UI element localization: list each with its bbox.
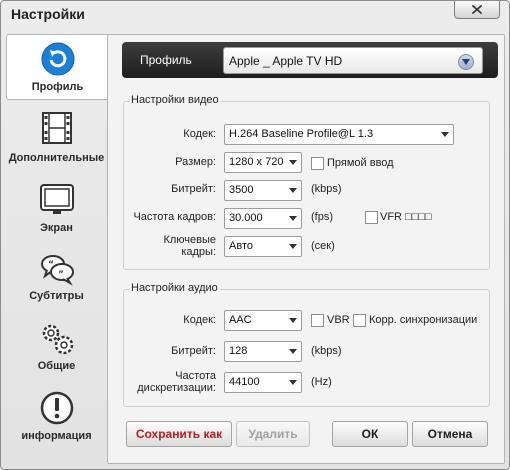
- keyframes-value: Авто: [229, 240, 253, 252]
- chevron-down-icon: [289, 318, 297, 323]
- chevron-down-icon: [289, 244, 297, 249]
- sidebar-item-label: Общие: [37, 360, 76, 372]
- sidebar: Профиль Дополнительные Экран “ ” Субтитр…: [6, 34, 108, 464]
- profile-dropdown[interactable]: Apple _ Apple TV HD: [223, 47, 483, 74]
- framerate-value: 30.000: [229, 212, 263, 224]
- video-bitrate-value: 3500: [229, 184, 254, 196]
- audio-bitrate-label: Битрейт:: [171, 345, 216, 357]
- svg-text:”: ”: [58, 270, 64, 280]
- chevron-down-icon: [289, 349, 297, 354]
- chevron-down-icon: [289, 188, 297, 193]
- ok-button[interactable]: ОК: [332, 421, 408, 447]
- sidebar-item-subtitles[interactable]: “ ” Субтитры: [6, 246, 107, 310]
- keyframes-unit: (сек): [311, 240, 335, 252]
- delete-button[interactable]: Удалить: [236, 421, 310, 447]
- video-settings-title: Настройки видео: [129, 94, 221, 106]
- video-bitrate-unit: (kbps): [311, 183, 342, 195]
- profile-label: Профиль: [140, 53, 192, 67]
- vfr-label: VFR □□□□: [380, 211, 432, 223]
- chevron-down-icon: [289, 380, 297, 385]
- profile-value: Apple _ Apple TV HD: [229, 54, 343, 68]
- sync-correction-checkbox[interactable]: [353, 314, 366, 327]
- video-size-value: 1280 x 720: [229, 156, 284, 168]
- video-settings-group: Настройки видео Кодек: H.264 Baseline Pr…: [123, 94, 490, 270]
- samplerate-label-line2: дискретизации:: [137, 382, 216, 394]
- direct-input-label: Прямой ввод: [327, 157, 394, 169]
- sidebar-item-label: Дополнительные: [8, 152, 105, 164]
- sidebar-item-label: Экран: [40, 222, 73, 234]
- vbr-checkbox[interactable]: [311, 314, 324, 327]
- sidebar-item-info[interactable]: информация: [6, 386, 107, 450]
- video-bitrate-select[interactable]: 3500: [224, 180, 302, 201]
- vbr-label: VBR: [327, 314, 350, 326]
- title-bar: Настройки: [1, 1, 509, 27]
- cancel-button[interactable]: Отмена: [412, 421, 488, 447]
- keyframes-label-line1: Ключевые: [163, 234, 216, 246]
- samplerate-label-line1: Частота: [175, 370, 216, 382]
- settings-window: Настройки Профиль Дополнительные Экран “…: [0, 0, 510, 470]
- sidebar-item-label: Профиль: [31, 81, 84, 93]
- video-size-label: Размер:: [175, 156, 216, 168]
- direct-input-checkbox[interactable]: [311, 157, 324, 170]
- audio-bitrate-select[interactable]: 128: [224, 341, 302, 362]
- sidebar-item-screen[interactable]: Экран: [6, 176, 107, 240]
- chevron-down-icon: [289, 160, 297, 165]
- sidebar-item-general[interactable]: Общие: [6, 316, 107, 380]
- refresh-icon: [40, 41, 76, 77]
- video-size-select[interactable]: 1280 x 720: [224, 152, 302, 173]
- samplerate-value: 44100: [229, 376, 260, 388]
- speech-bubbles-icon: “ ”: [39, 251, 75, 287]
- sidebar-item-profile[interactable]: Профиль: [6, 34, 108, 100]
- audio-settings-title: Настройки аудио: [129, 282, 220, 294]
- audio-bitrate-unit: (kbps): [311, 345, 342, 357]
- gears-icon: [39, 320, 75, 356]
- sidebar-item-label: Субтитры: [29, 290, 84, 302]
- save-as-button[interactable]: Сохранить как: [126, 421, 232, 447]
- video-codec-select[interactable]: H.264 Baseline Profile@L 1.3: [224, 124, 454, 145]
- audio-codec-label: Кодек:: [183, 314, 216, 326]
- film-icon: [39, 110, 75, 146]
- svg-text:“: “: [48, 260, 54, 270]
- video-bitrate-label: Битрейт:: [171, 183, 216, 195]
- audio-bitrate-value: 128: [229, 345, 248, 357]
- close-icon: [472, 5, 482, 14]
- framerate-select[interactable]: 30.000: [224, 208, 302, 229]
- samplerate-select[interactable]: 44100: [224, 372, 302, 393]
- vfr-checkbox[interactable]: [365, 211, 378, 224]
- samplerate-unit: (Hz): [311, 376, 332, 388]
- monitor-icon: [39, 181, 75, 217]
- audio-settings-group: Настройки аудио Кодек: AAC VBR Корр. син…: [123, 282, 490, 407]
- framerate-unit: (fps): [311, 211, 333, 223]
- framerate-label: Частота кадров:: [133, 211, 216, 223]
- video-codec-label: Кодек:: [183, 128, 216, 140]
- window-title: Настройки: [11, 6, 85, 22]
- keyframes-select[interactable]: Авто: [224, 236, 302, 257]
- close-button[interactable]: [454, 1, 500, 19]
- keyframes-label-line2: кадры:: [181, 246, 216, 258]
- audio-codec-select[interactable]: AAC: [224, 310, 302, 331]
- sidebar-item-label: информация: [21, 430, 92, 442]
- audio-codec-value: AAC: [229, 314, 252, 326]
- chevron-down-icon: [458, 54, 474, 70]
- sidebar-item-advanced[interactable]: Дополнительные: [6, 104, 107, 168]
- video-codec-value: H.264 Baseline Profile@L 1.3: [229, 128, 374, 140]
- sync-correction-label: Корр. синхронизации: [369, 314, 478, 326]
- chevron-down-icon: [441, 132, 449, 137]
- chevron-down-icon: [289, 216, 297, 221]
- info-icon: [39, 390, 75, 426]
- settings-panel: Профиль Apple _ Apple TV HD Настройки ви…: [107, 34, 505, 464]
- profile-bar: Профиль Apple _ Apple TV HD: [122, 42, 498, 78]
